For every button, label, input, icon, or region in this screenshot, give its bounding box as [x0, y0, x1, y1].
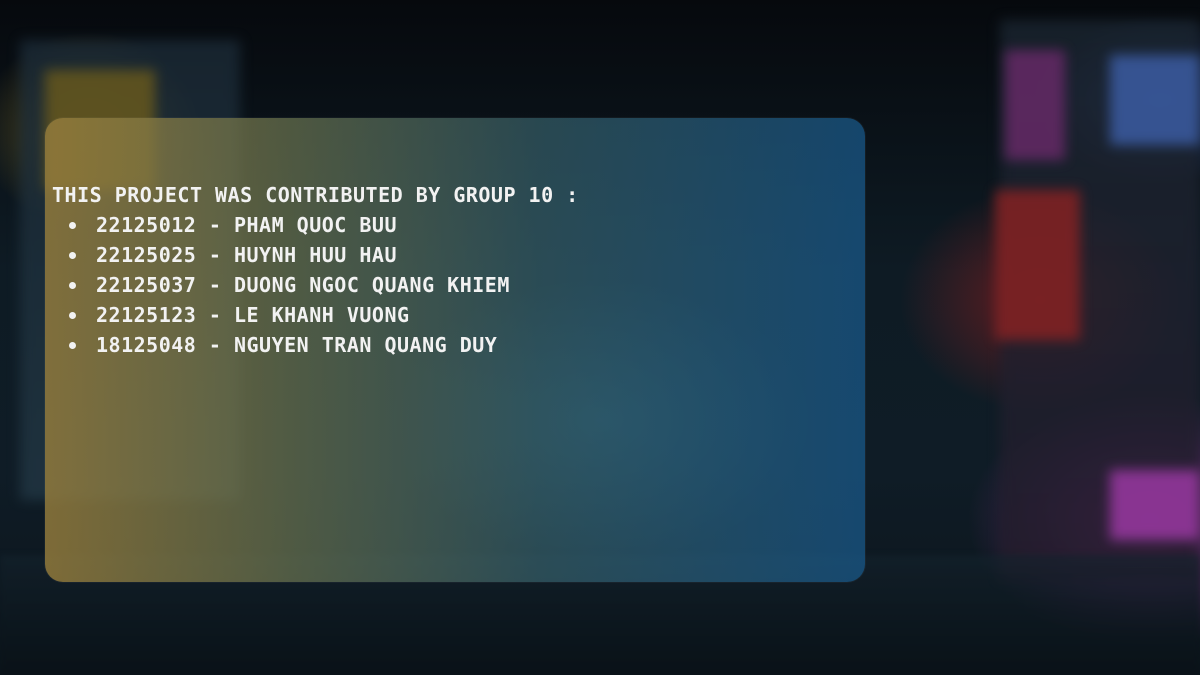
- list-item: 18125048 - NGUYEN TRAN QUANG DUY: [69, 330, 579, 360]
- member-text: 22125037 - DUONG NGOC QUANG KHIEM: [96, 273, 510, 297]
- background-sign-magenta: [1005, 50, 1065, 160]
- bullet-icon: [69, 221, 76, 229]
- blurred-city-background: THIS PROJECT WAS CONTRIBUTED BY GROUP 10…: [0, 0, 1200, 675]
- credits-text: THIS PROJECT WAS CONTRIBUTED BY GROUP 10…: [52, 180, 579, 360]
- list-item: 22125123 - LE KHANH VUONG: [69, 300, 579, 330]
- background-sign-red: [995, 190, 1080, 340]
- credits-heading: THIS PROJECT WAS CONTRIBUTED BY GROUP 10…: [52, 183, 579, 207]
- member-text: 22125025 - HUYNH HUU HAU: [96, 243, 397, 267]
- background-light-purple: [1110, 470, 1200, 540]
- list-item: 22125037 - DUONG NGOC QUANG KHIEM: [69, 270, 579, 300]
- background-sign-blue: [1110, 55, 1200, 145]
- member-text: 22125012 - PHAM QUOC BUU: [96, 213, 397, 237]
- list-item: 22125025 - HUYNH HUU HAU: [69, 240, 579, 270]
- bullet-icon: [69, 251, 76, 259]
- list-item: 22125012 - PHAM QUOC BUU: [69, 210, 579, 240]
- member-list: 22125012 - PHAM QUOC BUU 22125025 - HUYN…: [52, 210, 579, 360]
- bullet-icon: [69, 281, 76, 289]
- bullet-icon: [69, 311, 76, 319]
- member-text: 22125123 - LE KHANH VUONG: [96, 303, 410, 327]
- bullet-icon: [69, 341, 76, 349]
- member-text: 18125048 - NGUYEN TRAN QUANG DUY: [96, 333, 498, 357]
